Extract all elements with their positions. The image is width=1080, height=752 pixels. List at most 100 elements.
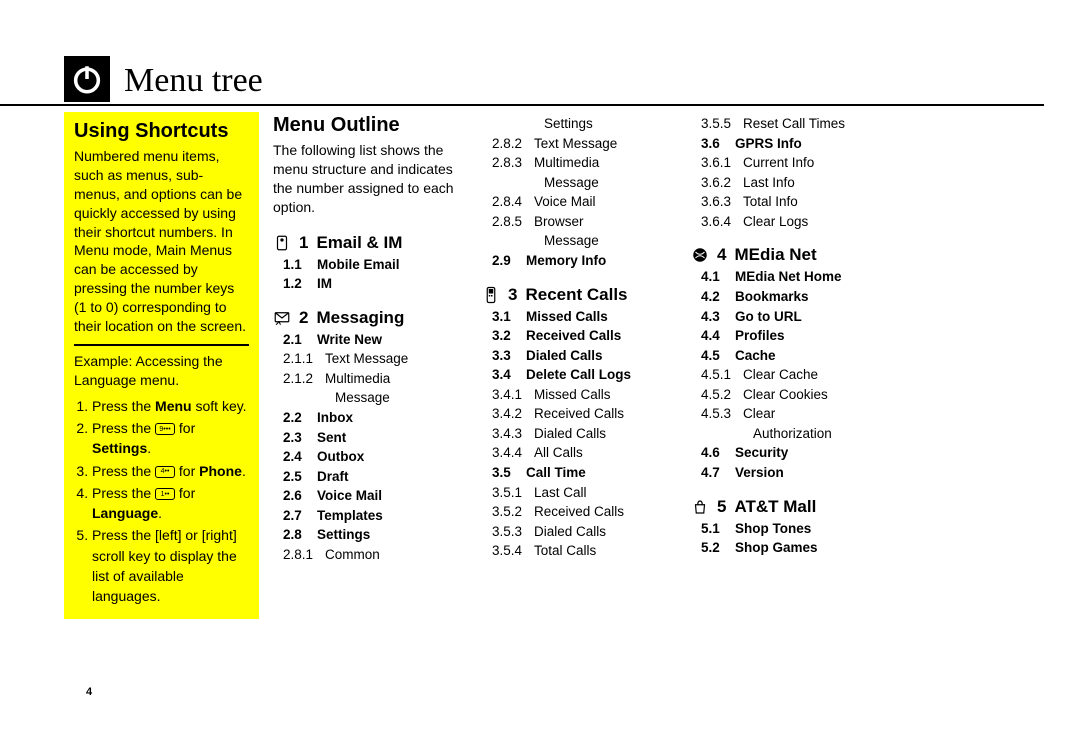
list-item: 3.5.5Reset Call Times (691, 114, 886, 134)
list-item: 2.8.2Text Message (482, 134, 677, 154)
list-item-continuation: Message (273, 388, 468, 408)
section-5-label: AT&T Mall (734, 497, 816, 517)
list-item: 3.4.2Received Calls (482, 404, 677, 424)
list-item: 3.1Missed Calls (482, 307, 677, 327)
section-1-num: 1 (299, 233, 308, 253)
list-item-continuation: Message (482, 231, 677, 251)
keycap-1-icon: 1•• (155, 488, 175, 500)
list-item: 3.6.1Current Info (691, 153, 886, 173)
list-item: 3.4.1Missed Calls (482, 385, 677, 405)
keycap-4-icon: 4•• (155, 466, 175, 478)
phone-icon (482, 286, 500, 304)
list-item: 1.1Mobile Email (273, 255, 468, 275)
section-3-header: 3 Recent Calls (482, 285, 677, 305)
globe-icon (691, 246, 709, 264)
list-item: 3.5.3Dialed Calls (482, 522, 677, 542)
col3-top-list: Settings 2.8.2Text Message 2.8.3Multimed… (482, 114, 677, 271)
list-item: 2.1.2Multimedia (273, 369, 468, 389)
section-5-header: 5 AT&T Mall (691, 497, 886, 517)
list-item: 2.8.1Common (273, 545, 468, 565)
list-item: 4.1MEdia Net Home (691, 267, 886, 287)
title-bar: Menu tree (0, 56, 1044, 106)
step-3: Press the 4•• for Phone. (92, 461, 249, 481)
list-item: 2.5Draft (273, 467, 468, 487)
list-item: 2.4Outbox (273, 447, 468, 467)
list-item: 3.3Dialed Calls (482, 346, 677, 366)
list-item: 4.5.2Clear Cookies (691, 385, 886, 405)
list-item: 3.4Delete Call Logs (482, 365, 677, 385)
menu-outline-intro: The following list shows the menu struct… (273, 141, 468, 217)
list-item: 2.8.4Voice Mail (482, 192, 677, 212)
section-5-list: 5.1Shop Tones 5.2Shop Games (691, 519, 886, 558)
outline-col-2: Settings 2.8.2Text Message 2.8.3Multimed… (482, 112, 677, 619)
outline-col-1: Menu Outline The following list shows th… (273, 112, 468, 619)
col4-top-list: 3.5.5Reset Call Times 3.6GPRS Info 3.6.1… (691, 114, 886, 231)
step-1: Press the Menu soft key. (92, 396, 249, 416)
messaging-icon (273, 309, 291, 327)
list-item: 2.3Sent (273, 428, 468, 448)
section-1-label: Email & IM (316, 233, 402, 253)
divider (74, 344, 249, 346)
list-item: 2.1.1Text Message (273, 349, 468, 369)
section-1-header: 1 Email & IM (273, 233, 468, 253)
list-item: 5.1Shop Tones (691, 519, 886, 539)
step-5: Press the [left] or [right] scroll key t… (92, 525, 249, 606)
list-item: 2.7Templates (273, 506, 468, 526)
step-2: Press the 9••• for Settings. (92, 418, 249, 459)
list-item: 4.3Go to URL (691, 307, 886, 327)
shop-icon (691, 498, 709, 516)
list-item: 2.1Write New (273, 330, 468, 350)
list-item: 2.6Voice Mail (273, 486, 468, 506)
section-3-label: Recent Calls (525, 285, 627, 305)
section-4-num: 4 (717, 245, 726, 265)
list-item: 1.2IM (273, 274, 468, 294)
list-item: 2.8Settings (273, 525, 468, 545)
email-icon (273, 234, 291, 252)
section-4-list: 4.1MEdia Net Home 4.2Bookmarks 4.3Go to … (691, 267, 886, 482)
list-item: 3.2Received Calls (482, 326, 677, 346)
list-item: 4.5Cache (691, 346, 886, 366)
section-4-label: MEdia Net (734, 245, 816, 265)
keycap-9-icon: 9••• (155, 423, 175, 435)
section-4-header: 4 MEdia Net (691, 245, 886, 265)
page: Menu tree Using Shortcuts Numbered menu … (0, 0, 1080, 752)
page-number: 4 (86, 686, 92, 698)
menu-outline-heading: Menu Outline (273, 114, 468, 137)
list-item-continuation: Settings (482, 114, 677, 134)
section-2-header: 2 Messaging (273, 308, 468, 328)
list-item: 3.6.2Last Info (691, 173, 886, 193)
section-2-label: Messaging (316, 308, 404, 328)
list-item: 4.4Profiles (691, 326, 886, 346)
list-item: 3.5.4Total Calls (482, 541, 677, 561)
steps-list: Press the Menu soft key. Press the 9••• … (74, 396, 249, 607)
list-item: 2.2Inbox (273, 408, 468, 428)
list-item: 3.5.2Received Calls (482, 502, 677, 522)
section-1-list: 1.1Mobile Email 1.2IM (273, 255, 468, 294)
list-item: 4.5.3Clear (691, 404, 886, 424)
list-item: 2.9Memory Info (482, 251, 677, 271)
step-4: Press the 1•• for Language. (92, 483, 249, 524)
page-title: Menu tree (124, 64, 263, 102)
using-shortcuts-heading: Using Shortcuts (74, 120, 249, 143)
section-3-list: 3.1Missed Calls 3.2Received Calls 3.3Dia… (482, 307, 677, 561)
list-item: 4.2Bookmarks (691, 287, 886, 307)
content-columns: Using Shortcuts Numbered menu items, suc… (0, 106, 1080, 619)
section-2-list: 2.1Write New 2.1.1Text Message 2.1.2Mult… (273, 330, 468, 565)
outline-col-3: 3.5.5Reset Call Times 3.6GPRS Info 3.6.1… (691, 112, 886, 619)
power-icon (64, 56, 110, 102)
list-item: 3.5Call Time (482, 463, 677, 483)
list-item: 3.4.4All Calls (482, 443, 677, 463)
list-item: 4.6Security (691, 443, 886, 463)
section-2-num: 2 (299, 308, 308, 328)
list-item: 3.6.4Clear Logs (691, 212, 886, 232)
using-shortcuts-box: Using Shortcuts Numbered menu items, suc… (64, 112, 259, 619)
list-item-continuation: Message (482, 173, 677, 193)
list-item: 2.8.3Multimedia (482, 153, 677, 173)
section-3-num: 3 (508, 285, 517, 305)
list-item: 3.5.1Last Call (482, 483, 677, 503)
using-shortcuts-body: Numbered menu items, such as menus, sub-… (74, 147, 249, 336)
list-item: 3.4.3Dialed Calls (482, 424, 677, 444)
list-item-continuation: Authorization (691, 424, 886, 444)
list-item: 4.7Version (691, 463, 886, 483)
section-5-num: 5 (717, 497, 726, 517)
